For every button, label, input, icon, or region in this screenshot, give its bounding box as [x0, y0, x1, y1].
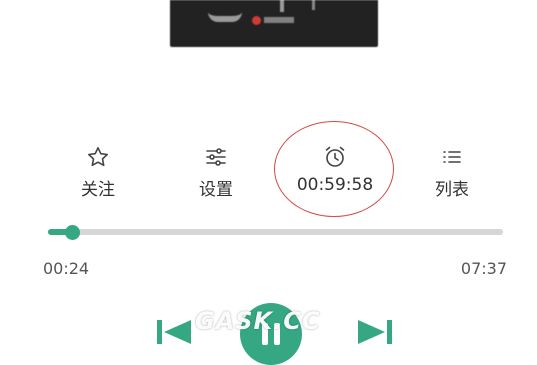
star-icon: [88, 147, 108, 167]
follow-label: 关注: [81, 180, 115, 200]
current-time: 00:24: [43, 259, 90, 278]
skip-previous-icon: [157, 320, 191, 344]
timer-highlight-circle: [274, 121, 394, 217]
next-button[interactable]: [358, 320, 392, 344]
progress-track: [48, 229, 503, 235]
watermark: GASK.CC: [195, 307, 321, 335]
list-label: 列表: [435, 180, 469, 200]
action-bar: 关注 设置 00:59:58 列表: [0, 145, 537, 205]
total-time: 07:37: [460, 259, 507, 278]
progress-handle[interactable]: [64, 225, 80, 240]
previous-button[interactable]: [157, 320, 191, 344]
progress-bar[interactable]: [48, 225, 503, 240]
album-cover: [170, 0, 378, 47]
settings-label: 设置: [199, 180, 233, 200]
skip-next-icon: [358, 320, 392, 344]
playlist-button[interactable]: 列表: [430, 145, 474, 200]
sliders-icon: [206, 148, 226, 166]
follow-button[interactable]: 关注: [78, 145, 118, 200]
list-icon: [443, 151, 461, 163]
settings-button[interactable]: 设置: [194, 145, 238, 200]
